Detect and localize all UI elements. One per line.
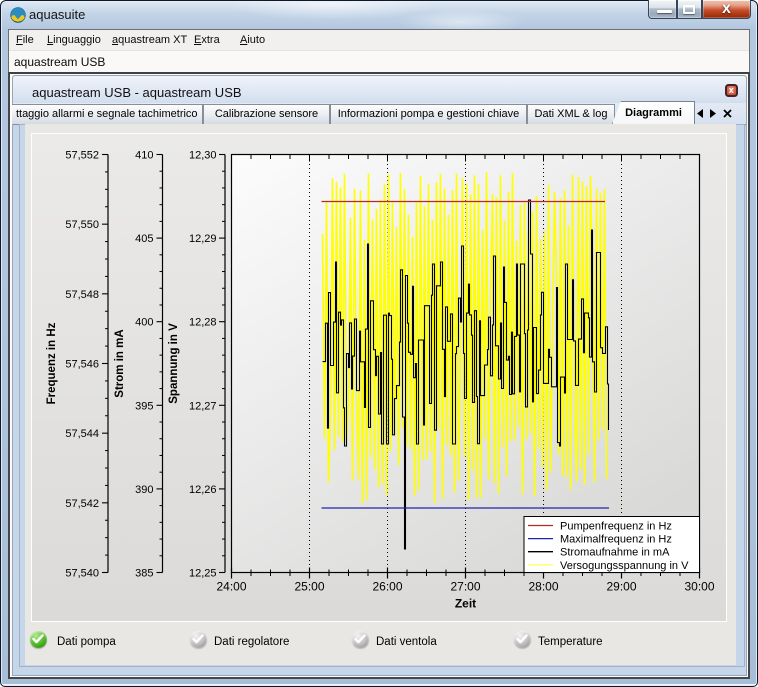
svg-text:12,27: 12,27: [188, 400, 216, 412]
svg-text:57,546: 57,546: [65, 358, 99, 370]
svg-text:Spannung in V: Spannung in V: [168, 322, 180, 403]
svg-text:26:00: 26:00: [372, 579, 402, 593]
svg-text:57,548: 57,548: [65, 288, 99, 300]
svg-text:Strom in mA: Strom in mA: [114, 329, 126, 397]
svg-text:410: 410: [135, 149, 153, 161]
svg-text:57,544: 57,544: [65, 428, 99, 440]
svg-text:27:00: 27:00: [450, 579, 480, 593]
svg-text:385: 385: [135, 567, 153, 579]
svg-text:12,30: 12,30: [188, 149, 216, 161]
svg-text:405: 405: [135, 233, 153, 245]
svg-text:Maximalfrequenz in Hz: Maximalfrequenz in Hz: [560, 533, 672, 545]
svg-text:390: 390: [135, 483, 153, 495]
svg-text:12,26: 12,26: [188, 483, 216, 495]
svg-text:57,542: 57,542: [65, 497, 99, 509]
svg-text:400: 400: [135, 316, 153, 328]
svg-text:Frequenz in Hz: Frequenz in Hz: [46, 322, 58, 404]
svg-text:Stromaufnahme in mA: Stromaufnahme in mA: [560, 546, 670, 558]
svg-text:12,25: 12,25: [188, 567, 216, 579]
svg-text:29:00: 29:00: [606, 579, 636, 593]
svg-text:57,550: 57,550: [65, 219, 99, 231]
svg-text:12,29: 12,29: [188, 233, 216, 245]
svg-text:Pumpenfrequenz in Hz: Pumpenfrequenz in Hz: [560, 520, 672, 532]
svg-text:28:00: 28:00: [528, 579, 558, 593]
svg-text:12,28: 12,28: [188, 316, 216, 328]
svg-text:Versogungsspannung in V: Versogungsspannung in V: [560, 559, 689, 571]
svg-text:57,540: 57,540: [65, 567, 99, 579]
svg-text:25:00: 25:00: [294, 579, 324, 593]
svg-text:57,552: 57,552: [65, 149, 99, 161]
svg-text:Zeit: Zeit: [454, 596, 475, 610]
svg-text:395: 395: [135, 400, 153, 412]
svg-text:30:00: 30:00: [684, 579, 714, 593]
svg-text:24:00: 24:00: [216, 579, 246, 593]
